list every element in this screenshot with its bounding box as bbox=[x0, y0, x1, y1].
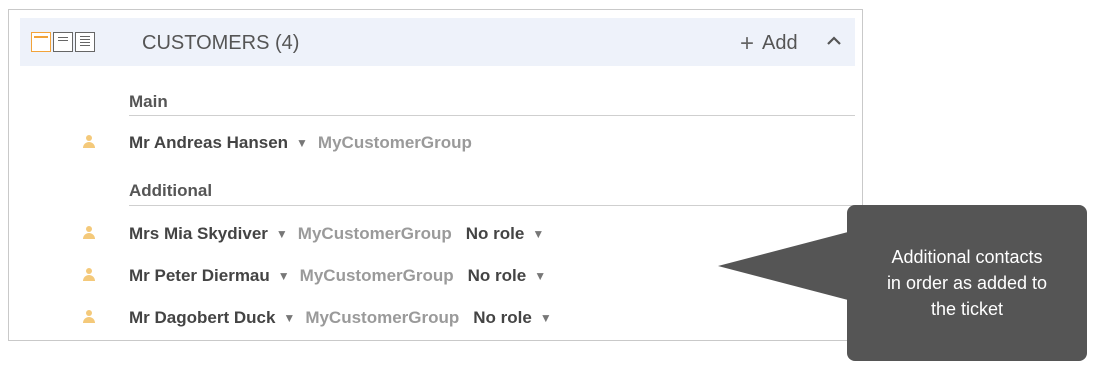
callout-line: the ticket bbox=[930, 299, 1004, 319]
callout-tooltip: Additional contacts in order as added to… bbox=[847, 205, 1087, 361]
callout-line: Additional contacts bbox=[891, 247, 1043, 267]
callout-line: in order as added to bbox=[886, 273, 1048, 293]
